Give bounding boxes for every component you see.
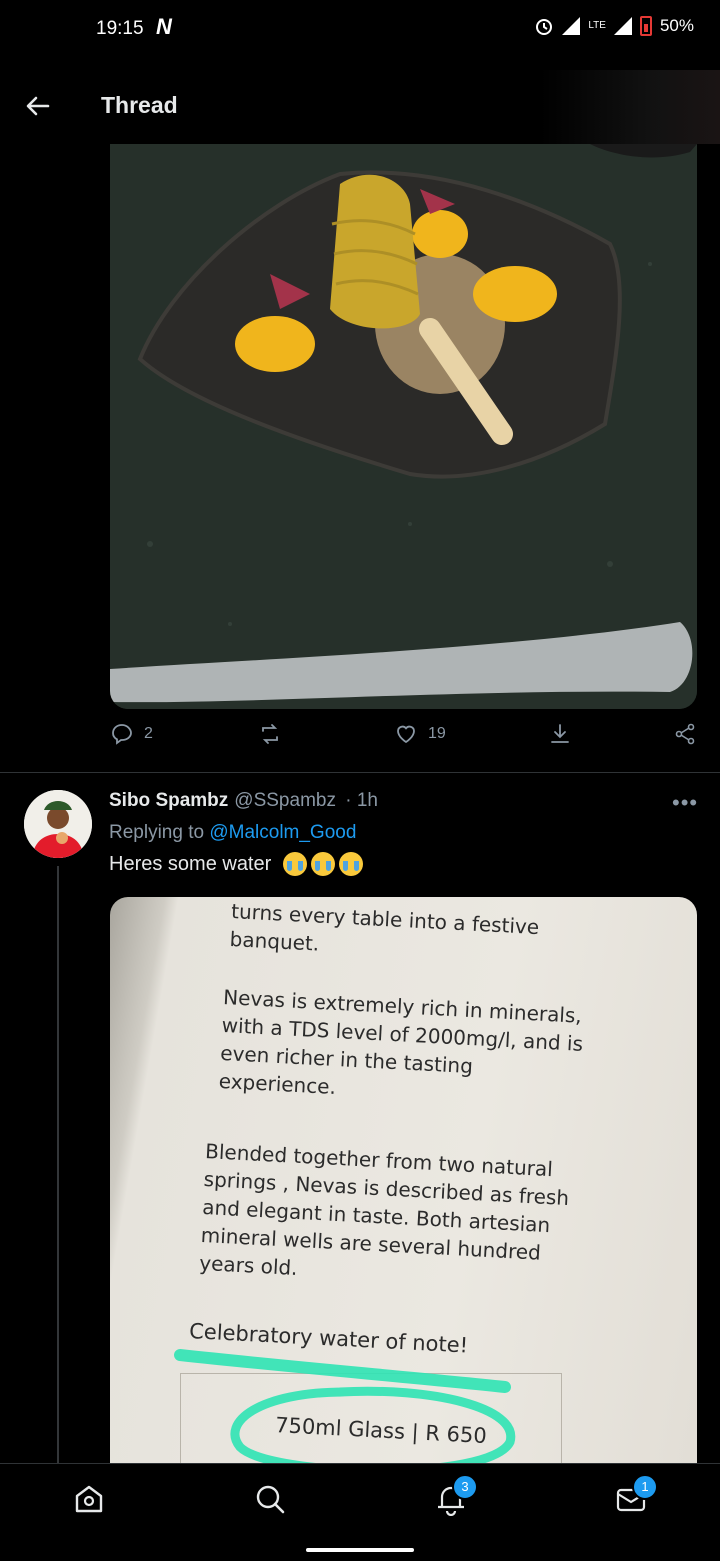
- highlighter-marks: [174, 1349, 516, 1467]
- battery-percent: 50%: [659, 16, 694, 35]
- reply-count: 2: [144, 725, 153, 742]
- header-shadow: [540, 70, 720, 144]
- tweet-actions: 2 19: [110, 722, 700, 760]
- like-action[interactable]: 19: [394, 722, 446, 746]
- tweet-divider: [0, 772, 720, 773]
- reply-action[interactable]: 2: [110, 722, 153, 746]
- tweet-text: Heres some water: [109, 852, 272, 875]
- clock: 19:15: [96, 18, 144, 39]
- status-bar: 19:15 N LTE 50%: [0, 0, 720, 60]
- share-icon: [675, 723, 695, 745]
- tweet-time: · 1h: [345, 790, 378, 811]
- author-name[interactable]: Sibo Spambz: [109, 790, 228, 811]
- nav-home[interactable]: [72, 1482, 106, 1516]
- avatar[interactable]: [24, 790, 92, 858]
- nav-search[interactable]: [253, 1482, 287, 1516]
- heart-icon: [397, 725, 415, 744]
- reply-icon: [112, 724, 132, 745]
- more-options-icon[interactable]: •••: [672, 790, 698, 816]
- nav-notifications[interactable]: 3: [434, 1474, 478, 1517]
- author-handle[interactable]: @SSpambz: [234, 790, 336, 811]
- replying-prefix: Replying to: [109, 822, 205, 843]
- tweet-photo-dessert[interactable]: [110, 144, 697, 709]
- download-icon: [551, 724, 569, 743]
- battery-icon: [639, 16, 652, 36]
- thread-line: [57, 866, 59, 1466]
- tweet-photo-menu[interactable]: turns every table into a festive banquet…: [110, 897, 697, 1467]
- back-arrow-icon[interactable]: [24, 92, 52, 120]
- crying-emoji-icon: [339, 852, 364, 876]
- gesture-bar[interactable]: [306, 1548, 414, 1552]
- retweet-icon: [262, 724, 278, 744]
- tweet-author-row: Sibo Spambz @SSpambz · 1h: [109, 790, 378, 812]
- network-label: LTE: [588, 20, 606, 31]
- signal-icon-2: [613, 17, 632, 35]
- replying-to: Replying to @Malcolm_Good: [109, 822, 356, 844]
- bottom-nav: 3 1: [0, 1463, 720, 1561]
- save-action[interactable]: [548, 722, 572, 746]
- carrier-logo: N: [156, 14, 172, 39]
- notifications-badge: 3: [452, 1474, 478, 1500]
- retweet-action[interactable]: [258, 722, 282, 746]
- home-icon: [75, 1485, 103, 1513]
- page-title: Thread: [101, 92, 178, 118]
- alarm-icon: [536, 19, 553, 35]
- thread-header: Thread: [0, 70, 720, 144]
- tweet-body: Heres some water: [109, 852, 364, 876]
- search-icon: [256, 1485, 285, 1514]
- crying-emoji-icon: [283, 852, 308, 876]
- crying-emoji-icon: [311, 852, 336, 876]
- messages-badge: 1: [632, 1474, 658, 1500]
- replying-to-link[interactable]: @Malcolm_Good: [209, 822, 356, 843]
- signal-icon: [562, 17, 581, 35]
- share-action[interactable]: [673, 722, 697, 746]
- nav-messages[interactable]: 1: [614, 1474, 658, 1516]
- like-count: 19: [428, 725, 446, 742]
